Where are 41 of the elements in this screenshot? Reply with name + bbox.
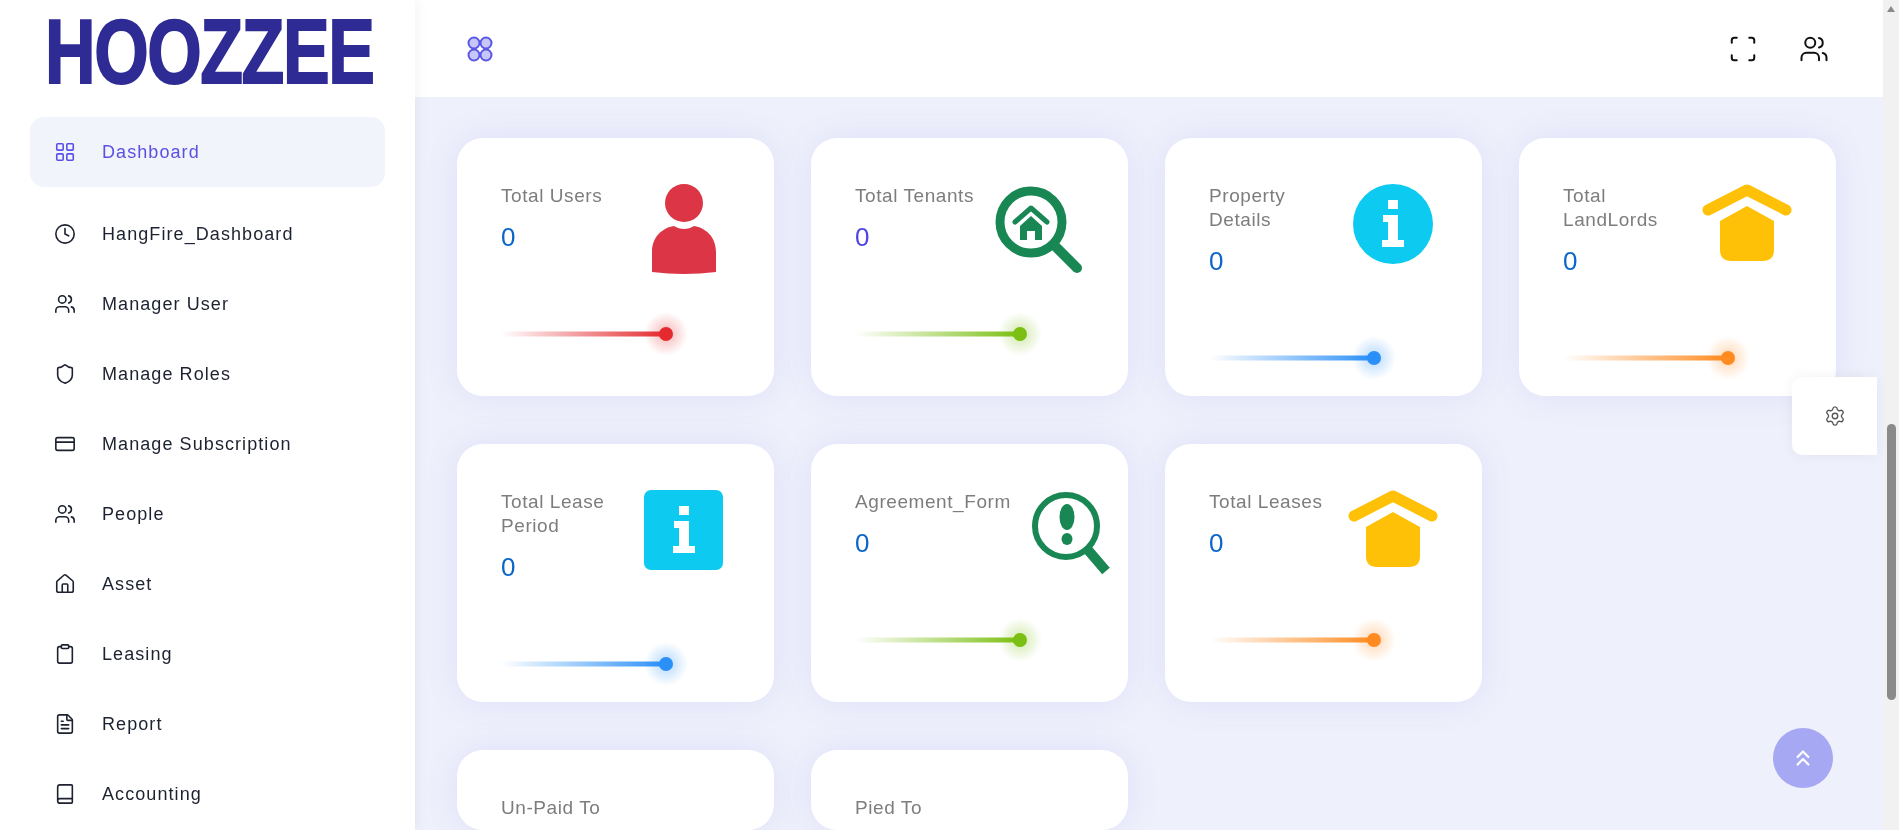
card-value: 0 <box>1563 246 1578 276</box>
sidebar-item[interactable]: Manage Roles <box>30 339 385 409</box>
apps-icon[interactable] <box>466 34 494 63</box>
sidebar-item[interactable]: Report <box>30 689 385 759</box>
sidebar-item[interactable]: Manage Subscription <box>30 409 385 479</box>
card-title: Property Details <box>1209 184 1287 232</box>
card-value: 0 <box>1209 528 1224 558</box>
card-title: Total Leases <box>1209 490 1323 514</box>
card-value: 0 <box>501 222 516 252</box>
card-value: 0 <box>855 222 870 252</box>
card-title: Total LandLords <box>1563 184 1659 232</box>
card-value: 0 <box>1209 246 1224 276</box>
card-title: Un-Paid To <box>501 796 601 820</box>
settings-icon <box>1823 405 1846 427</box>
clock-icon <box>54 223 76 245</box>
house-icon <box>54 573 76 595</box>
book-icon <box>54 783 76 805</box>
card-title: Total Lease Period <box>501 490 606 538</box>
card-title: Pied To <box>855 796 923 820</box>
card-title: Total Users <box>501 184 603 208</box>
scroll-up-arrow-icon[interactable] <box>1887 6 1895 12</box>
card-title: Agreement_Form <box>855 490 1011 514</box>
sidebar-item[interactable]: Asset <box>30 549 385 619</box>
users-icon <box>54 503 76 525</box>
card-value: 0 <box>501 552 516 582</box>
scrollbar-thumb[interactable] <box>1886 424 1896 700</box>
document-icon <box>54 713 76 735</box>
brand-logo: HOOZZEE <box>45 6 374 97</box>
grid-icon <box>54 141 76 163</box>
users-icon <box>54 293 76 315</box>
sidebar-item[interactable]: Manager User <box>30 269 385 339</box>
sidebar-item[interactable]: Accounting <box>30 759 385 829</box>
sidebar-item[interactable]: Dashboard <box>30 117 385 187</box>
card-value: 0 <box>855 528 870 558</box>
settings-button[interactable] <box>1792 377 1877 455</box>
sidebar-item[interactable]: People <box>30 479 385 549</box>
clipboard-icon <box>54 643 76 665</box>
sidebar-item[interactable]: HangFire_Dashboard <box>30 199 385 269</box>
card-title: Total Tenants <box>855 184 975 208</box>
sidebar-item[interactable]: Leasing <box>30 619 385 689</box>
shield-icon <box>54 363 76 385</box>
